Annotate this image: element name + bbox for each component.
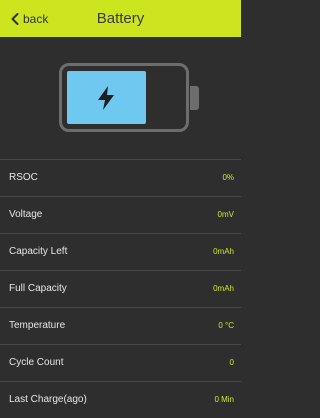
list-item: Voltage 0mV [0, 196, 241, 233]
list-item: RSOC 0% [0, 159, 241, 196]
list-item: Full Capacity 0mAh [0, 270, 241, 307]
battery-fill [67, 71, 146, 124]
header-bar: back Battery [0, 0, 241, 37]
row-label: Full Capacity [9, 283, 67, 294]
battery-terminal [190, 86, 199, 110]
row-label: RSOC [9, 172, 38, 183]
row-value: 0 °C [218, 321, 234, 330]
battery-icon [59, 63, 189, 132]
row-value: 0 [229, 358, 234, 367]
list-item: Temperature 0 °C [0, 307, 241, 344]
row-label: Capacity Left [9, 246, 68, 257]
row-value: 0mV [217, 210, 234, 219]
list-item: Capacity Left 0mAh [0, 233, 241, 270]
back-label: back [23, 12, 49, 26]
battery-hero [0, 37, 241, 159]
list-item: Last Charge(ago) 0 Min [0, 381, 241, 418]
row-value: 0 Min [214, 395, 234, 404]
row-value: 0mAh [213, 284, 234, 293]
row-value: 0% [222, 173, 234, 182]
back-button[interactable]: back [11, 9, 48, 29]
row-label: Voltage [9, 209, 43, 220]
row-label: Cycle Count [9, 357, 64, 368]
row-label: Last Charge(ago) [9, 394, 87, 405]
chevron-left-icon [11, 13, 19, 25]
row-value: 0mAh [213, 247, 234, 256]
row-label: Temperature [9, 320, 66, 331]
list-item: Cycle Count 0 [0, 344, 241, 381]
battery-stats-list: RSOC 0% Voltage 0mV Capacity Left 0mAh F… [0, 159, 241, 418]
lightning-bolt-icon [98, 86, 114, 110]
